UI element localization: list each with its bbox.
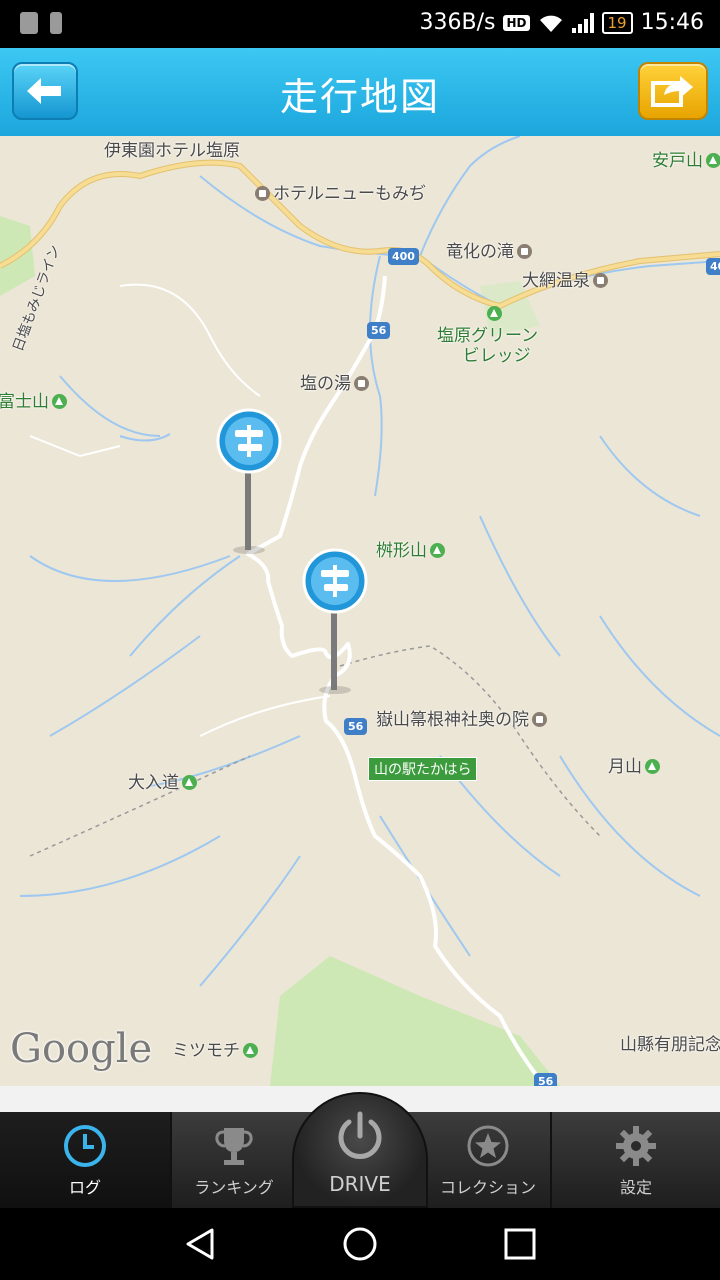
share-button[interactable] xyxy=(638,62,708,120)
google-logo: Google xyxy=(10,1026,153,1072)
gear-icon xyxy=(616,1126,656,1166)
notification-icon xyxy=(20,12,38,34)
roadside-station-badge[interactable]: 山の駅たかはら xyxy=(368,757,478,781)
signal-icon xyxy=(571,12,594,33)
onsen-icon xyxy=(354,375,369,391)
trophy-icon xyxy=(215,1128,253,1165)
map-label[interactable]: ホテルニューもみぢ xyxy=(252,179,426,204)
park-icon xyxy=(487,305,502,321)
route-shield-400: 400 xyxy=(388,248,419,265)
map-label[interactable]: 月山 xyxy=(608,752,663,777)
map-pin-marker[interactable] xyxy=(216,408,282,558)
route-shield-56: 56 xyxy=(344,718,368,735)
clock-icon xyxy=(64,1125,106,1167)
net-speed: 336B/s xyxy=(419,10,496,35)
back-nav-icon[interactable] xyxy=(182,1226,218,1262)
star-icon xyxy=(467,1125,509,1167)
map-label[interactable]: 伊東園ホテル塩原 xyxy=(104,136,240,161)
battery-indicator: 19 xyxy=(601,11,633,34)
map-label[interactable] xyxy=(484,304,505,324)
hd-badge: HD xyxy=(503,14,530,31)
route-shield-56: 56 xyxy=(367,322,391,339)
map-label[interactable]: 山縣有朋記念 xyxy=(620,1030,720,1055)
tab-ranking[interactable]: ランキング xyxy=(172,1112,296,1208)
mountain-icon xyxy=(430,542,445,558)
system-nav-bar xyxy=(0,1208,720,1280)
share-arrow-icon xyxy=(651,76,693,107)
mountain-icon xyxy=(706,152,720,168)
map-label[interactable]: ミツモチ xyxy=(172,1036,261,1061)
sim-card-icon xyxy=(50,12,62,34)
power-icon xyxy=(338,1111,382,1159)
tab-settings[interactable]: 設定 xyxy=(552,1112,720,1208)
page-title: 走行地図 xyxy=(279,75,440,119)
hotel-icon xyxy=(255,185,270,201)
map-label[interactable]: 塩原グリーン ビレッジ xyxy=(437,326,538,366)
shrine-icon xyxy=(532,711,547,727)
wifi-icon xyxy=(539,15,562,32)
map-label[interactable]: 富士山 xyxy=(0,387,70,412)
map-pin-marker[interactable] xyxy=(302,548,368,698)
clock-time: 15:46 xyxy=(640,10,704,35)
mountain-icon xyxy=(182,774,197,790)
route-shield-40: 40 xyxy=(706,258,720,275)
recents-nav-icon[interactable] xyxy=(502,1226,538,1262)
map-label[interactable]: 竜化の滝 xyxy=(446,237,535,262)
status-bar: 336B/s HD 19 15:46 xyxy=(0,0,720,48)
poi-icon xyxy=(593,272,608,288)
app-header: 走行地図 xyxy=(0,48,720,136)
tab-collection[interactable]: コレクション xyxy=(428,1112,548,1208)
map-label[interactable]: 嶽山箒根神社奥の院 xyxy=(376,705,550,730)
mountain-icon xyxy=(52,393,67,409)
map-label[interactable]: 塩の湯 xyxy=(300,369,372,394)
tab-log[interactable]: ログ xyxy=(0,1112,170,1208)
map-label[interactable]: 大入道 xyxy=(128,768,200,793)
home-nav-icon[interactable] xyxy=(342,1226,378,1262)
route-shield-56: 56 xyxy=(534,1073,558,1086)
mountain-icon xyxy=(645,758,660,774)
mountain-icon xyxy=(243,1042,258,1058)
map-label[interactable]: 安戸山 xyxy=(652,146,720,171)
poi-icon xyxy=(517,243,532,259)
map-view[interactable]: 400 56 56 56 40 伊東園ホテル塩原 ホテルニューもみぢ 竜化の滝 … xyxy=(0,136,720,1086)
map-label[interactable]: 大網温泉 xyxy=(522,266,611,291)
map-label[interactable]: 桝形山 xyxy=(376,536,448,561)
